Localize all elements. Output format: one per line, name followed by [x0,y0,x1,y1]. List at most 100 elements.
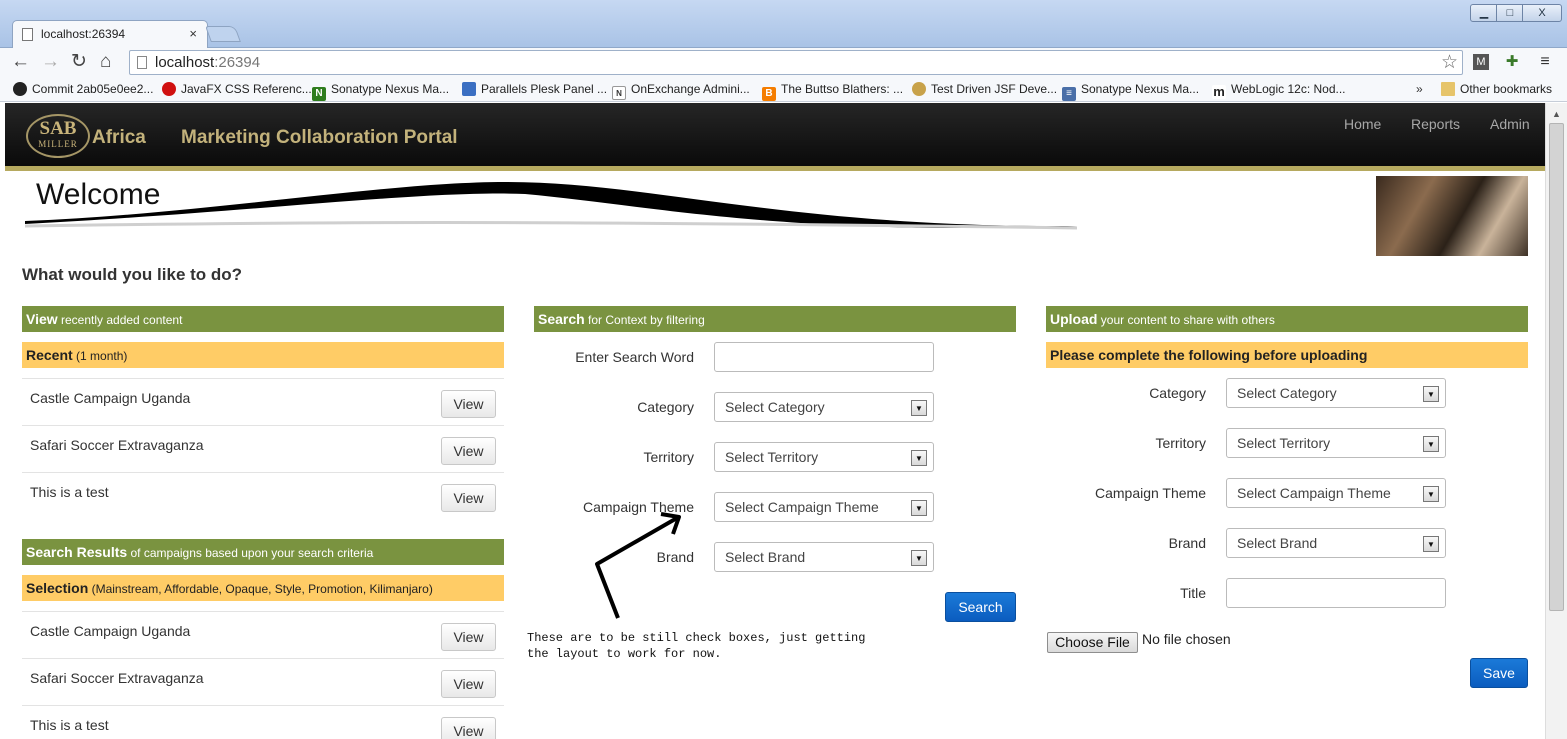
view-panel-header: View recently added content [22,306,504,332]
save-button[interactable]: Save [1470,658,1528,688]
maximize-button[interactable]: □ [1496,4,1524,22]
scroll-up-icon[interactable]: ▲ [1552,109,1561,119]
list-item-title: Castle Campaign Uganda [30,390,191,406]
book-icon [912,82,926,96]
dropdown-arrow-icon: ▼ [1423,536,1439,552]
upload-heading-rest: your content to share with others [1097,313,1275,327]
m-icon: m [1212,84,1226,99]
selection-header: Selection (Mainstream, Affordable, Opaqu… [22,575,504,601]
upload-territory-select[interactable]: Select Territory ▼ [1226,428,1446,458]
view-button[interactable]: View [441,390,496,418]
upload-title-input[interactable] [1226,578,1446,608]
select-value: Select Campaign Theme [725,499,879,515]
page-content: SAB MILLER Africa Marketing Collaboratio… [5,103,1545,739]
forward-arrow-icon[interactable]: → [41,51,60,73]
search-category-select[interactable]: Select Category ▼ [714,392,934,422]
search-heading-bold: Search [538,311,585,327]
new-tab-button[interactable] [205,26,241,42]
oracle-icon [162,82,176,96]
upload-instructions: Please complete the following before upl… [1046,342,1528,368]
bookmark-label: Sonatype Nexus Ma... [331,82,450,96]
upload-title-label: Title [1180,585,1206,601]
view-button[interactable]: View [441,670,496,698]
nav-admin[interactable]: Admin [1490,116,1530,132]
search-panel: Search for Context by filtering [534,306,1016,332]
view-button[interactable]: View [441,623,496,651]
bookmarks-bar: Commit 2ab05e0ee2... JavaFX CSS Referenc… [0,78,1567,102]
results-heading-rest: of campaigns based upon your search crit… [127,546,374,560]
tab-close-icon[interactable]: × [189,26,197,41]
bookmark-label: Commit 2ab05e0ee2... [32,82,154,96]
bookmark-star-icon[interactable]: ☆ [1441,51,1458,74]
bookmark-item[interactable]: B The Buttso Blathers: ... [762,82,903,101]
bookmark-label: Sonatype Nexus Ma... [1081,82,1200,96]
address-bar[interactable]: localhost:26394 ☆ [129,50,1463,75]
bookmark-label: Other bookmarks [1460,82,1553,96]
bookmark-label: Test Driven JSF Deve... [931,82,1058,96]
list-item: Safari Soccer Extravaganza View [22,425,504,472]
search-word-input[interactable] [714,342,934,372]
back-arrow-icon[interactable]: ← [11,51,30,73]
bookmark-item[interactable]: JavaFX CSS Referenc... [162,82,312,96]
nav-reports[interactable]: Reports [1411,116,1460,132]
dropdown-arrow-icon: ▼ [1423,436,1439,452]
upload-territory-label: Territory [1155,435,1206,451]
welcome-heading: Welcome [36,178,161,211]
browser-tab[interactable]: localhost:26394 × [12,20,208,48]
bookmark-item[interactable]: Test Driven JSF Deve... [912,82,1057,96]
choose-file-button[interactable]: Choose File [1047,632,1138,653]
logo-text: SAB [39,118,77,139]
reload-icon[interactable]: ↻ [71,51,87,73]
home-icon[interactable]: ⌂ [100,51,111,73]
bookmark-label: Parallels Plesk Panel ... [481,82,608,96]
upload-theme-label: Campaign Theme [1094,485,1206,501]
page-question: What would you like to do? [22,265,243,284]
bookmarks-overflow-icon[interactable]: » [1416,82,1423,96]
bookmark-item[interactable]: N OnExchange Admini... [612,82,750,100]
other-bookmarks[interactable]: Other bookmarks [1441,82,1552,96]
logo-subtext: MILLER [38,139,78,149]
menu-icon[interactable]: ≡ [1537,54,1553,70]
puzzle-extension-icon[interactable]: ✚ [1504,54,1520,70]
welcome-banner: Welcome [5,176,1545,261]
minimize-button[interactable]: ▁ [1470,4,1498,22]
view-button[interactable]: View [441,437,496,465]
list-item: Castle Campaign Uganda View [22,378,504,425]
dropdown-arrow-icon: ▼ [1423,486,1439,502]
bookmark-item[interactable]: ≡ Sonatype Nexus Ma... [1062,82,1199,101]
list-item-title: Castle Campaign Uganda [30,623,191,639]
search-theme-select[interactable]: Select Campaign Theme ▼ [714,492,934,522]
search-territory-select[interactable]: Select Territory ▼ [714,442,934,472]
bookmark-label: The Buttso Blathers: ... [781,82,904,96]
sabmiller-logo[interactable]: SAB MILLER [26,114,90,158]
scrollbar-thumb[interactable] [1549,123,1564,611]
view-button[interactable]: View [441,484,496,512]
view-button[interactable]: View [441,717,496,739]
extension-m-icon[interactable]: M [1473,54,1489,70]
upload-theme-select[interactable]: Select Campaign Theme ▼ [1226,478,1446,508]
nav-home[interactable]: Home [1344,116,1381,132]
view-panel: View recently added content Recent (1 mo… [22,306,504,739]
net-icon: N [612,86,626,100]
upload-brand-select[interactable]: Select Brand ▼ [1226,528,1446,558]
annotation-arrow-icon [595,512,681,619]
upload-heading-bold: Upload [1050,311,1098,327]
nexus-icon: N [312,87,326,101]
list-item: This is a test View [22,705,504,739]
window-close-button[interactable]: X [1522,4,1562,22]
bookmark-item[interactable]: N Sonatype Nexus Ma... [312,82,449,101]
url-port: :26394 [214,54,261,71]
upload-category-select[interactable]: Select Category ▼ [1226,378,1446,408]
dropdown-arrow-icon: ▼ [1423,386,1439,402]
annotation-note: These are to be still check boxes, just … [527,630,865,662]
page-scrollbar[interactable]: ▲ [1545,103,1567,739]
search-brand-select[interactable]: Select Brand ▼ [714,542,934,572]
bookmark-label: WebLogic 12c: Nod... [1231,82,1346,96]
search-button[interactable]: Search [945,592,1016,622]
bookmark-item[interactable]: Commit 2ab05e0ee2... [13,82,153,96]
blogger-icon: B [762,87,776,101]
browser-titlebar: localhost:26394 × ▁ □ X [0,0,1567,48]
bookmark-item[interactable]: Parallels Plesk Panel ... [462,82,607,96]
bookmark-item[interactable]: m WebLogic 12c: Nod... [1212,82,1346,99]
nexus-list-icon: ≡ [1062,87,1076,101]
